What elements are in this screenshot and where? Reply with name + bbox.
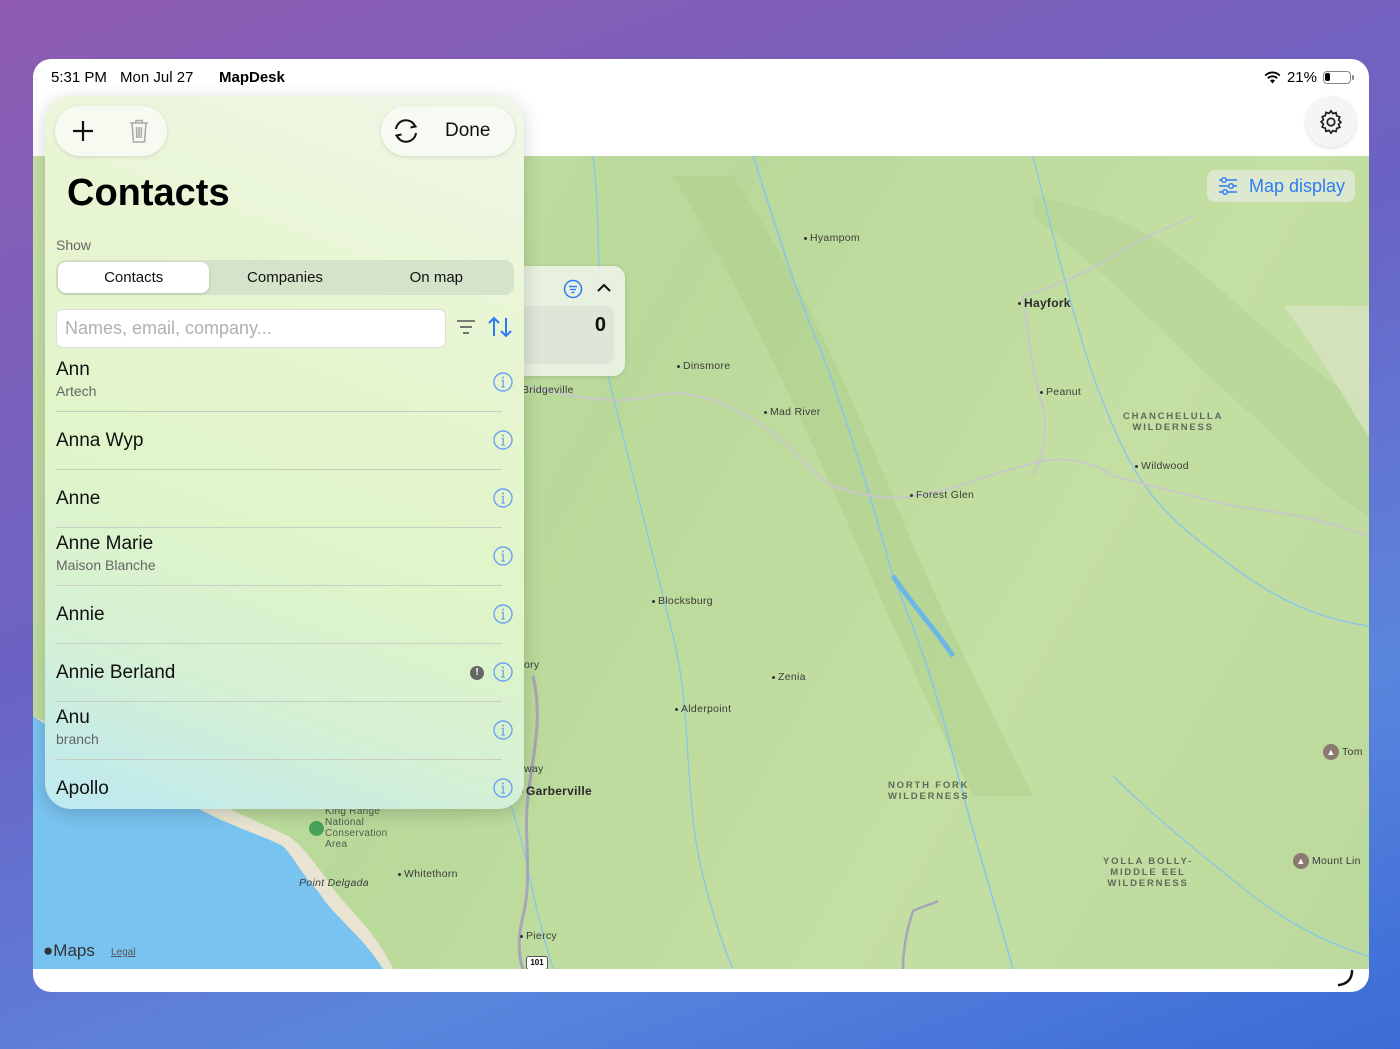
place-mad-river: Mad River: [764, 406, 821, 418]
sync-done-group: Done: [381, 106, 515, 156]
wifi-icon: [1264, 71, 1281, 84]
segment-companies[interactable]: Companies: [209, 262, 360, 293]
place-blocksburg: Blocksburg: [652, 595, 713, 607]
place-partial-way: way: [524, 763, 544, 775]
segment-on-map[interactable]: On map: [361, 262, 512, 293]
stats-card[interactable]: 0: [513, 266, 625, 376]
contact-name: Annie Berland: [56, 662, 176, 683]
sync-button[interactable]: [381, 106, 431, 156]
contact-name: Anna Wyp: [56, 430, 144, 451]
maps-attribution: ●Maps: [43, 941, 95, 960]
show-segmented-control: Contacts Companies On map: [56, 260, 514, 295]
info-icon[interactable]: [492, 371, 514, 393]
search-input[interactable]: [56, 309, 446, 348]
status-time: 5:31 PM: [51, 69, 107, 86]
filter-circle-icon[interactable]: [563, 279, 583, 299]
add-delete-group: [55, 106, 167, 156]
show-label: Show: [56, 237, 92, 253]
contact-company: Artech: [56, 383, 97, 399]
contact-row[interactable]: Anne: [45, 470, 524, 528]
place-partial-ory: ory: [524, 659, 540, 671]
park-icon: [309, 821, 324, 836]
warning-badge-icon: !: [470, 666, 484, 680]
contact-row[interactable]: Anna Wyp: [45, 412, 524, 470]
place-point-delgada: Point Delgada: [299, 877, 369, 889]
map-display-button[interactable]: Map display: [1206, 170, 1355, 202]
info-icon[interactable]: [492, 545, 514, 567]
place-piercy: Piercy: [520, 930, 557, 942]
info-icon[interactable]: [492, 487, 514, 509]
map-display-label: Map display: [1248, 175, 1345, 196]
legal-link[interactable]: Legal: [111, 947, 135, 958]
status-indicators: 21%: [1264, 69, 1354, 86]
place-mount-lin: ▲ Mount Lin: [1293, 853, 1361, 869]
sync-icon: [394, 119, 418, 143]
ipad-screen: 5:31 PM Mon Jul 27 MapDesk 21% Hyampom H…: [33, 59, 1369, 992]
gear-icon: [1319, 109, 1343, 135]
settings-button[interactable]: [1306, 97, 1356, 147]
contact-name: Anne Marie: [56, 533, 154, 554]
place-whitethorn: Whitethorn: [398, 868, 458, 880]
done-button[interactable]: Done: [445, 120, 490, 142]
add-button[interactable]: [55, 106, 111, 156]
battery-percent: 21%: [1286, 69, 1317, 86]
contact-name: Ann: [56, 359, 90, 380]
sort-arrows-icon[interactable]: [487, 316, 513, 338]
place-tom: ▲ Tom: [1323, 744, 1363, 760]
contact-name: Anu: [56, 707, 90, 728]
contact-company: branch: [56, 731, 99, 747]
place-alderpoint: Alderpoint: [675, 703, 731, 715]
contact-row[interactable]: Annie: [45, 586, 524, 644]
sliders-icon: [1218, 176, 1237, 196]
status-date: Mon Jul 27: [120, 69, 194, 86]
info-icon[interactable]: [492, 661, 514, 683]
contacts-panel: Done Contacts Show Contacts Companies On…: [45, 96, 524, 809]
battery-icon: [1323, 71, 1354, 84]
contact-company: Maison Blanche: [56, 557, 156, 573]
stats-count: 0: [594, 314, 606, 336]
contact-name: Anne: [56, 488, 101, 509]
info-icon[interactable]: [492, 429, 514, 451]
apple-logo-icon: ●: [43, 941, 54, 960]
place-wildwood: Wildwood: [1135, 460, 1189, 472]
place-hyampom: Hyampom: [804, 232, 860, 244]
info-icon[interactable]: [492, 603, 514, 625]
contact-name: Apollo: [56, 778, 109, 799]
status-bar: 5:31 PM Mon Jul 27 MapDesk 21%: [33, 59, 1369, 97]
mountain-icon: ▲: [1323, 744, 1339, 760]
contact-row[interactable]: Ann Artech: [45, 354, 524, 412]
place-zenia: Zenia: [772, 671, 806, 683]
contacts-list: Ann Artech Anna Wyp Anne Anne Marie Mais…: [45, 354, 524, 809]
plus-icon: [73, 121, 93, 141]
contact-row[interactable]: Apollo: [45, 760, 524, 809]
mountain-icon: ▲: [1293, 853, 1309, 869]
contact-row[interactable]: Annie Berland !: [45, 644, 524, 702]
place-peanut: Peanut: [1040, 386, 1081, 398]
status-app-name: MapDesk: [219, 69, 285, 86]
filter-lines-icon[interactable]: [455, 318, 477, 336]
region-north-fork: NORTH FORK WILDERNESS: [888, 780, 970, 802]
delete-button[interactable]: [111, 106, 167, 156]
resize-handle-icon[interactable]: [1335, 968, 1355, 988]
place-dinsmore: Dinsmore: [677, 360, 730, 372]
place-hayfork: Hayfork: [1018, 296, 1071, 310]
region-chanchelulla: CHANCHELULLA WILDERNESS: [1123, 411, 1224, 433]
page-title: Contacts: [67, 172, 230, 214]
place-forest-glen: Forest Glen: [910, 489, 974, 501]
route-shield-101: 101: [526, 956, 548, 969]
chevron-up-icon[interactable]: [595, 280, 613, 296]
place-garberville: Garberville: [520, 784, 592, 798]
contact-name: Annie: [56, 604, 105, 625]
segment-contacts[interactable]: Contacts: [58, 262, 210, 293]
place-bridgeville: Bridgeville: [522, 384, 574, 396]
stats-count-box: 0: [521, 306, 614, 364]
info-icon[interactable]: [492, 719, 514, 741]
trash-icon: [130, 119, 148, 143]
region-yolla-bolly: YOLLA BOLLY- MIDDLE EEL WILDERNESS: [1103, 856, 1194, 889]
contact-row[interactable]: Anne Marie Maison Blanche: [45, 528, 524, 586]
contact-row[interactable]: Anu branch: [45, 702, 524, 760]
info-icon[interactable]: [492, 777, 514, 799]
region-king-range: King Range National Conservation Area: [325, 806, 388, 850]
